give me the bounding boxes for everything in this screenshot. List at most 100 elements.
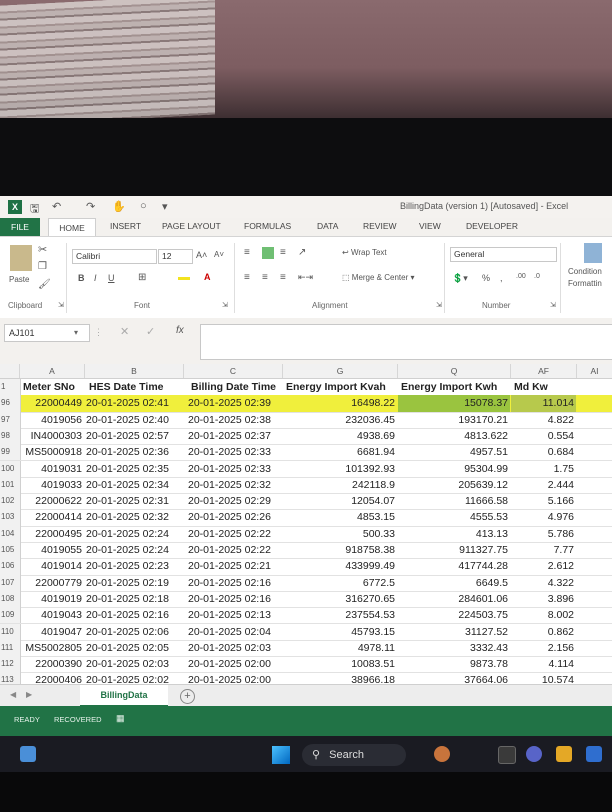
align-left-icon[interactable]: ≡ — [244, 272, 250, 283]
cancel-icon[interactable]: ✕ — [120, 325, 129, 338]
cell-energy-import-kwh[interactable]: 31127.52 — [398, 624, 510, 640]
cell-energy-import-kvah[interactable]: 242118.9 — [283, 477, 397, 493]
teams-icon[interactable] — [526, 746, 542, 762]
scroll-prev-sheet-icon[interactable]: ◀ — [10, 690, 16, 699]
column-header-ai[interactable]: AI — [577, 364, 612, 378]
cell-energy-import-kvah[interactable]: 500.33 — [283, 526, 397, 542]
italic-button[interactable]: I — [94, 273, 97, 283]
customize-qat-icon[interactable]: ▾ — [162, 200, 168, 214]
tab-formulas[interactable]: FORMULAS — [244, 221, 291, 231]
cell-energy-import-kvah[interactable]: 918758.38 — [283, 542, 397, 558]
cell-md-kw[interactable]: 4.114 — [511, 656, 576, 672]
cell-md-kw[interactable]: 4.976 — [511, 509, 576, 525]
cell-energy-import-kvah[interactable]: 12054.07 — [283, 493, 397, 509]
tab-data[interactable]: DATA — [317, 221, 338, 231]
cell-md-kw[interactable]: 0.862 — [511, 624, 576, 640]
row-number[interactable]: 109 — [0, 607, 21, 624]
cell-md-kw[interactable]: 2.444 — [511, 477, 576, 493]
start-button[interactable] — [272, 746, 290, 764]
copy-icon[interactable]: ❐ — [38, 261, 47, 272]
paste-button[interactable]: Paste — [9, 275, 29, 284]
cell-md-kw[interactable]: 0.554 — [511, 428, 576, 444]
font-size-select[interactable]: 12 — [158, 249, 193, 264]
cell-hes-date-time[interactable]: 20-01-2025 02:35 — [86, 461, 184, 477]
row-number[interactable]: 105 — [0, 542, 21, 559]
cell-billing-date-time[interactable]: 20-01-2025 02:26 — [188, 509, 282, 525]
cell-md-kw[interactable]: 11.014 — [511, 395, 576, 412]
indent-icon[interactable]: ⇤⇥ — [298, 272, 313, 283]
redo-icon[interactable]: ↷ — [86, 200, 95, 214]
cell-billing-date-time[interactable]: 20-01-2025 02:16 — [188, 591, 282, 607]
circle-icon[interactable]: ○ — [140, 200, 147, 214]
taskbar-search[interactable]: ⚲ Search — [302, 744, 406, 766]
font-launcher-icon[interactable]: ⇲ — [222, 301, 228, 309]
cell-energy-import-kwh[interactable]: 284601.06 — [398, 591, 510, 607]
cell-meter-sno[interactable]: 4019055 — [20, 542, 84, 558]
header-hes-date-time[interactable]: HES Date Time — [89, 379, 184, 395]
cell-energy-import-kvah[interactable]: 45793.15 — [283, 624, 397, 640]
cell-hes-date-time[interactable]: 20-01-2025 02:16 — [86, 607, 184, 623]
cell-energy-import-kwh[interactable]: 417744.28 — [398, 558, 510, 574]
header-energy-import-kvah[interactable]: Energy Import Kvah — [286, 379, 395, 395]
scroll-next-sheet-icon[interactable]: ▶ — [26, 690, 32, 699]
cell-md-kw[interactable]: 1.75 — [511, 461, 576, 477]
conditional-formatting-label-1[interactable]: Condition — [568, 267, 602, 276]
sheet-tab-billingdata[interactable]: BillingData — [80, 685, 168, 707]
column-header-q[interactable]: Q — [398, 364, 511, 378]
tab-insert[interactable]: INSERT — [110, 221, 141, 231]
percent-button[interactable]: % — [482, 273, 490, 283]
cell-hes-date-time[interactable]: 20-01-2025 02:34 — [86, 477, 184, 493]
cell-energy-import-kwh[interactable]: 9873.78 — [398, 656, 510, 672]
formula-input[interactable] — [200, 324, 612, 360]
accounting-format-icon[interactable]: 💲▾ — [452, 273, 468, 284]
header-meter-sno[interactable]: Meter SNo — [23, 379, 82, 395]
cell-energy-import-kwh[interactable]: 205639.12 — [398, 477, 510, 493]
header-md-kw[interactable]: Md Kw — [514, 379, 574, 395]
comma-button[interactable]: , — [500, 273, 503, 283]
cell-energy-import-kvah[interactable]: 237554.53 — [283, 607, 397, 623]
row-number[interactable]: 101 — [0, 476, 21, 494]
cell-energy-import-kwh[interactable]: 4555.53 — [398, 509, 510, 525]
conditional-formatting-label-2[interactable]: Formattin — [568, 279, 602, 288]
header-billing-date-time[interactable]: Billing Date Time — [191, 379, 282, 395]
borders-icon[interactable]: ⊞ — [138, 272, 146, 283]
cell-md-kw[interactable]: 7.77 — [511, 542, 576, 558]
cell-billing-date-time[interactable]: 20-01-2025 02:13 — [188, 607, 282, 623]
cell-billing-date-time[interactable]: 20-01-2025 02:33 — [188, 444, 282, 460]
cell-billing-date-time[interactable]: 20-01-2025 02:39 — [188, 395, 282, 411]
select-all-corner[interactable] — [0, 364, 20, 378]
save-icon[interactable]: 🖫 — [30, 200, 39, 215]
cell-hes-date-time[interactable]: 20-01-2025 02:31 — [86, 493, 184, 509]
column-header-g[interactable]: G — [283, 364, 398, 378]
cell-billing-date-time[interactable]: 20-01-2025 02:00 — [188, 656, 282, 672]
column-header-af[interactable]: AF — [511, 364, 577, 378]
number-launcher-icon[interactable]: ⇲ — [550, 301, 556, 309]
cell-energy-import-kwh[interactable]: 95304.99 — [398, 461, 510, 477]
cell-hes-date-time[interactable]: 20-01-2025 02:40 — [86, 412, 184, 428]
row-number[interactable]: 108 — [0, 590, 21, 608]
cell-meter-sno[interactable]: 4019019 — [20, 591, 84, 607]
cell-meter-sno[interactable]: MS5000918 — [20, 444, 84, 460]
cell-meter-sno[interactable]: MS5002805 — [20, 640, 84, 656]
cell-md-kw[interactable]: 5.166 — [511, 493, 576, 509]
tab-page-layout[interactable]: PAGE LAYOUT — [162, 221, 221, 231]
cell-hes-date-time[interactable]: 20-01-2025 02:36 — [86, 444, 184, 460]
paste-icon[interactable] — [10, 245, 32, 271]
cell-hes-date-time[interactable]: 20-01-2025 02:18 — [86, 591, 184, 607]
row-number[interactable]: 111 — [0, 639, 21, 657]
decrease-decimal-icon[interactable]: .0 — [534, 273, 540, 280]
cell-md-kw[interactable]: 4.822 — [511, 412, 576, 428]
cell-energy-import-kwh[interactable]: 15078.37 — [398, 395, 510, 412]
conditional-formatting-icon[interactable] — [584, 243, 602, 263]
add-sheet-button[interactable]: + — [180, 689, 195, 704]
cell-md-kw[interactable]: 3.896 — [511, 591, 576, 607]
tab-review[interactable]: REVIEW — [363, 221, 397, 231]
weather-icon[interactable] — [434, 746, 450, 762]
cell-energy-import-kvah[interactable]: 6681.94 — [283, 444, 397, 460]
tab-file[interactable]: FILE — [0, 218, 40, 236]
cell-meter-sno[interactable]: 4019056 — [20, 412, 84, 428]
cell-meter-sno[interactable]: 4019014 — [20, 558, 84, 574]
widgets-icon[interactable] — [20, 746, 36, 762]
touch-mode-icon[interactable]: ✋ — [112, 200, 126, 214]
row-number[interactable]: 98 — [0, 427, 21, 445]
